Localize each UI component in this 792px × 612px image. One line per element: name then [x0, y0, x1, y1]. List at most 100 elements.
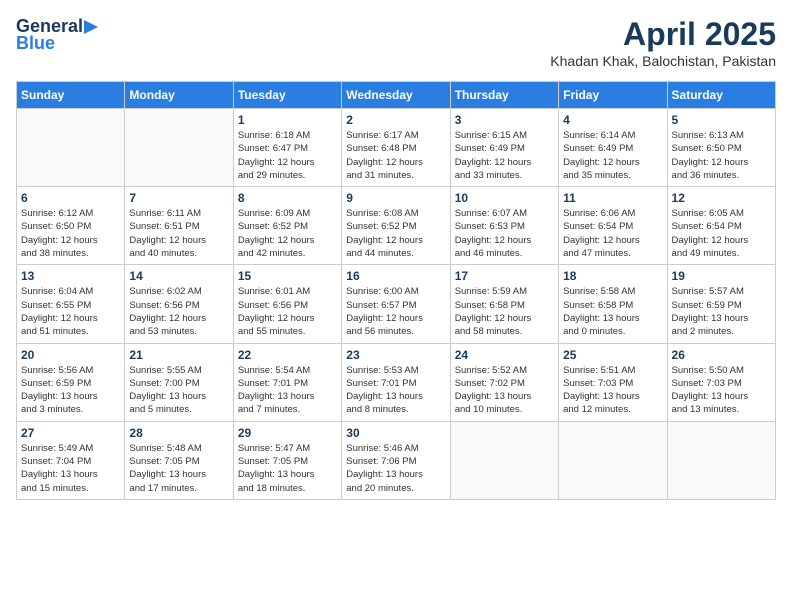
calendar-cell: 18 Sunrise: 5:58 AM Sunset: 6:58 PM Dayli… [559, 265, 667, 343]
day-info: Sunrise: 5:55 AM Sunset: 7:00 PM Dayligh… [129, 364, 228, 417]
day-number: 18 [563, 269, 662, 283]
day-number: 12 [672, 191, 771, 205]
calendar-cell: 30 Sunrise: 5:46 AM Sunset: 7:06 PM Dayli… [342, 421, 450, 499]
day-info: Sunrise: 6:07 AM Sunset: 6:53 PM Dayligh… [455, 207, 554, 260]
day-number: 2 [346, 113, 445, 127]
day-info: Sunrise: 6:15 AM Sunset: 6:49 PM Dayligh… [455, 129, 554, 182]
day-number: 16 [346, 269, 445, 283]
calendar-cell: 26 Sunrise: 5:50 AM Sunset: 7:03 PM Dayli… [667, 343, 775, 421]
calendar-cell: 23Sunrise: 5:53 AM Sunset: 7:01 PM Dayli… [342, 343, 450, 421]
calendar-cell: 13Sunrise: 6:04 AM Sunset: 6:55 PM Dayli… [17, 265, 125, 343]
calendar-cell: 3 Sunrise: 6:15 AM Sunset: 6:49 PM Daylig… [450, 109, 558, 187]
day-number: 10 [455, 191, 554, 205]
day-number: 11 [563, 191, 662, 205]
day-number: 13 [21, 269, 120, 283]
calendar-cell: 2Sunrise: 6:17 AM Sunset: 6:48 PM Daylig… [342, 109, 450, 187]
day-number: 9 [346, 191, 445, 205]
day-info: Sunrise: 5:50 AM Sunset: 7:03 PM Dayligh… [672, 364, 771, 417]
calendar-cell: 27 Sunrise: 5:49 AM Sunset: 7:04 PM Dayli… [17, 421, 125, 499]
day-number: 6 [21, 191, 120, 205]
calendar-cell: 16 Sunrise: 6:00 AM Sunset: 6:57 PM Dayli… [342, 265, 450, 343]
day-info: Sunrise: 5:46 AM Sunset: 7:06 PM Dayligh… [346, 442, 445, 495]
day-info: Sunrise: 6:00 AM Sunset: 6:57 PM Dayligh… [346, 285, 445, 338]
calendar-week-2: 6Sunrise: 6:12 AM Sunset: 6:50 PM Daylig… [17, 187, 776, 265]
calendar-cell: 24Sunrise: 5:52 AM Sunset: 7:02 PM Dayli… [450, 343, 558, 421]
day-number: 25 [563, 348, 662, 362]
calendar-cell [667, 421, 775, 499]
calendar-cell: 6Sunrise: 6:12 AM Sunset: 6:50 PM Daylig… [17, 187, 125, 265]
day-number: 27 [21, 426, 120, 440]
day-number: 19 [672, 269, 771, 283]
calendar-cell: 20 Sunrise: 5:56 AM Sunset: 6:59 PM Dayli… [17, 343, 125, 421]
day-number: 1 [238, 113, 337, 127]
day-info: Sunrise: 5:48 AM Sunset: 7:05 PM Dayligh… [129, 442, 228, 495]
day-info: Sunrise: 6:13 AM Sunset: 6:50 PM Dayligh… [672, 129, 771, 182]
day-info: Sunrise: 5:58 AM Sunset: 6:58 PM Dayligh… [563, 285, 662, 338]
calendar-cell: 29 Sunrise: 5:47 AM Sunset: 7:05 PM Dayli… [233, 421, 341, 499]
day-info: Sunrise: 6:08 AM Sunset: 6:52 PM Dayligh… [346, 207, 445, 260]
day-info: Sunrise: 5:53 AM Sunset: 7:01 PM Dayligh… [346, 364, 445, 417]
calendar-cell: 1 Sunrise: 6:18 AM Sunset: 6:47 PM Daylig… [233, 109, 341, 187]
day-info: Sunrise: 6:09 AM Sunset: 6:52 PM Dayligh… [238, 207, 337, 260]
calendar-cell: 28Sunrise: 5:48 AM Sunset: 7:05 PM Dayli… [125, 421, 233, 499]
page-header: General Blue April 2025 Khadan Khak, Bal… [16, 16, 776, 69]
weekday-header-friday: Friday [559, 82, 667, 109]
day-number: 20 [21, 348, 120, 362]
calendar-week-1: 1 Sunrise: 6:18 AM Sunset: 6:47 PM Daylig… [17, 109, 776, 187]
day-info: Sunrise: 5:56 AM Sunset: 6:59 PM Dayligh… [21, 364, 120, 417]
calendar-cell: 8 Sunrise: 6:09 AM Sunset: 6:52 PM Daylig… [233, 187, 341, 265]
calendar-cell: 17Sunrise: 5:59 AM Sunset: 6:58 PM Dayli… [450, 265, 558, 343]
day-number: 26 [672, 348, 771, 362]
calendar-cell: 5 Sunrise: 6:13 AM Sunset: 6:50 PM Daylig… [667, 109, 775, 187]
calendar-table: SundayMondayTuesdayWednesdayThursdayFrid… [16, 81, 776, 500]
calendar-cell: 14Sunrise: 6:02 AM Sunset: 6:56 PM Dayli… [125, 265, 233, 343]
day-info: Sunrise: 5:49 AM Sunset: 7:04 PM Dayligh… [21, 442, 120, 495]
day-number: 7 [129, 191, 228, 205]
day-info: Sunrise: 6:14 AM Sunset: 6:49 PM Dayligh… [563, 129, 662, 182]
day-info: Sunrise: 6:06 AM Sunset: 6:54 PM Dayligh… [563, 207, 662, 260]
day-number: 24 [455, 348, 554, 362]
calendar-week-4: 20 Sunrise: 5:56 AM Sunset: 6:59 PM Dayli… [17, 343, 776, 421]
calendar-week-5: 27 Sunrise: 5:49 AM Sunset: 7:04 PM Dayli… [17, 421, 776, 499]
weekday-header-monday: Monday [125, 82, 233, 109]
weekday-header-sunday: Sunday [17, 82, 125, 109]
day-info: Sunrise: 5:47 AM Sunset: 7:05 PM Dayligh… [238, 442, 337, 495]
weekday-header-wednesday: Wednesday [342, 82, 450, 109]
calendar-cell: 7 Sunrise: 6:11 AM Sunset: 6:51 PM Daylig… [125, 187, 233, 265]
logo-blue-text: Blue [16, 33, 55, 54]
day-number: 8 [238, 191, 337, 205]
weekday-header-tuesday: Tuesday [233, 82, 341, 109]
day-number: 29 [238, 426, 337, 440]
calendar-cell: 22 Sunrise: 5:54 AM Sunset: 7:01 PM Dayli… [233, 343, 341, 421]
day-info: Sunrise: 5:51 AM Sunset: 7:03 PM Dayligh… [563, 364, 662, 417]
day-info: Sunrise: 6:05 AM Sunset: 6:54 PM Dayligh… [672, 207, 771, 260]
weekday-header-thursday: Thursday [450, 82, 558, 109]
weekday-header-row: SundayMondayTuesdayWednesdayThursdayFrid… [17, 82, 776, 109]
calendar-cell [450, 421, 558, 499]
calendar-cell [559, 421, 667, 499]
day-info: Sunrise: 6:18 AM Sunset: 6:47 PM Dayligh… [238, 129, 337, 182]
calendar-cell: 10 Sunrise: 6:07 AM Sunset: 6:53 PM Dayli… [450, 187, 558, 265]
calendar-cell: 25 Sunrise: 5:51 AM Sunset: 7:03 PM Dayli… [559, 343, 667, 421]
calendar-cell: 15Sunrise: 6:01 AM Sunset: 6:56 PM Dayli… [233, 265, 341, 343]
day-number: 17 [455, 269, 554, 283]
day-number: 5 [672, 113, 771, 127]
calendar-cell: 4 Sunrise: 6:14 AM Sunset: 6:49 PM Daylig… [559, 109, 667, 187]
month-title: April 2025 [550, 16, 776, 53]
day-info: Sunrise: 6:02 AM Sunset: 6:56 PM Dayligh… [129, 285, 228, 338]
day-number: 30 [346, 426, 445, 440]
logo-icon [84, 20, 98, 34]
calendar-cell: 19Sunrise: 5:57 AM Sunset: 6:59 PM Dayli… [667, 265, 775, 343]
location-title: Khadan Khak, Balochistan, Pakistan [550, 53, 776, 69]
day-number: 4 [563, 113, 662, 127]
day-number: 15 [238, 269, 337, 283]
day-number: 3 [455, 113, 554, 127]
calendar-body: 1 Sunrise: 6:18 AM Sunset: 6:47 PM Daylig… [17, 109, 776, 500]
day-info: Sunrise: 6:11 AM Sunset: 6:51 PM Dayligh… [129, 207, 228, 260]
calendar-cell: 12 Sunrise: 6:05 AM Sunset: 6:54 PM Dayli… [667, 187, 775, 265]
calendar-cell: 21Sunrise: 5:55 AM Sunset: 7:00 PM Dayli… [125, 343, 233, 421]
calendar-cell: 11 Sunrise: 6:06 AM Sunset: 6:54 PM Dayli… [559, 187, 667, 265]
calendar-cell: 9 Sunrise: 6:08 AM Sunset: 6:52 PM Daylig… [342, 187, 450, 265]
day-info: Sunrise: 5:54 AM Sunset: 7:01 PM Dayligh… [238, 364, 337, 417]
day-number: 22 [238, 348, 337, 362]
